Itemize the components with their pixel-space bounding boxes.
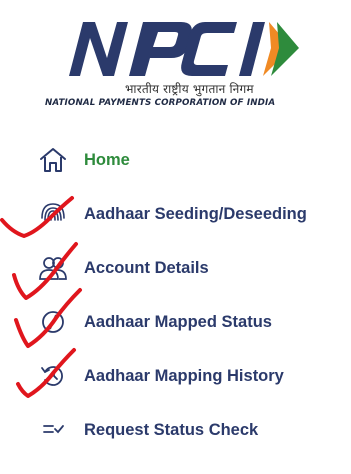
nav-label-aadhaar-seeding: Aadhaar Seeding/Deseeding [84, 204, 307, 223]
tagline-hindi: भारतीय राष्ट्रीय भुगतान निगम [125, 82, 254, 96]
list-check-icon [34, 415, 72, 445]
nav-item-aadhaar-mapped-status[interactable]: Aadhaar Mapped Status [34, 306, 334, 338]
npci-logo-mark [69, 22, 299, 76]
nav-label-home: Home [84, 150, 130, 169]
npci-logo[interactable]: भारतीय राष्ट्रीय भुगतान निगम NATIONAL PA… [45, 18, 315, 108]
nav-label-aadhaar-mapped-status: Aadhaar Mapped Status [84, 312, 272, 331]
nav-item-home[interactable]: Home [34, 144, 334, 176]
history-icon [34, 361, 72, 391]
tagline-english: NATIONAL PAYMENTS CORPORATION OF INDIA [45, 98, 276, 108]
nav-label-aadhaar-mapping-history: Aadhaar Mapping History [84, 366, 284, 385]
page: भारतीय राष्ट्रीय भुगतान निगम NATIONAL PA… [0, 0, 351, 474]
nav-item-request-status-check[interactable]: Request Status Check [34, 414, 334, 446]
nav-label-request-status-check: Request Status Check [84, 420, 259, 439]
nav-item-aadhaar-mapping-history[interactable]: Aadhaar Mapping History [34, 360, 334, 392]
users-icon [34, 253, 72, 283]
circle-slash-icon [34, 307, 72, 337]
nav-label-account-details: Account Details [84, 258, 209, 277]
fingerprint-icon [34, 199, 72, 229]
nav-item-account-details[interactable]: Account Details [34, 252, 334, 284]
nav-item-aadhaar-seeding[interactable]: Aadhaar Seeding/Deseeding [34, 198, 334, 230]
home-icon [34, 145, 72, 175]
